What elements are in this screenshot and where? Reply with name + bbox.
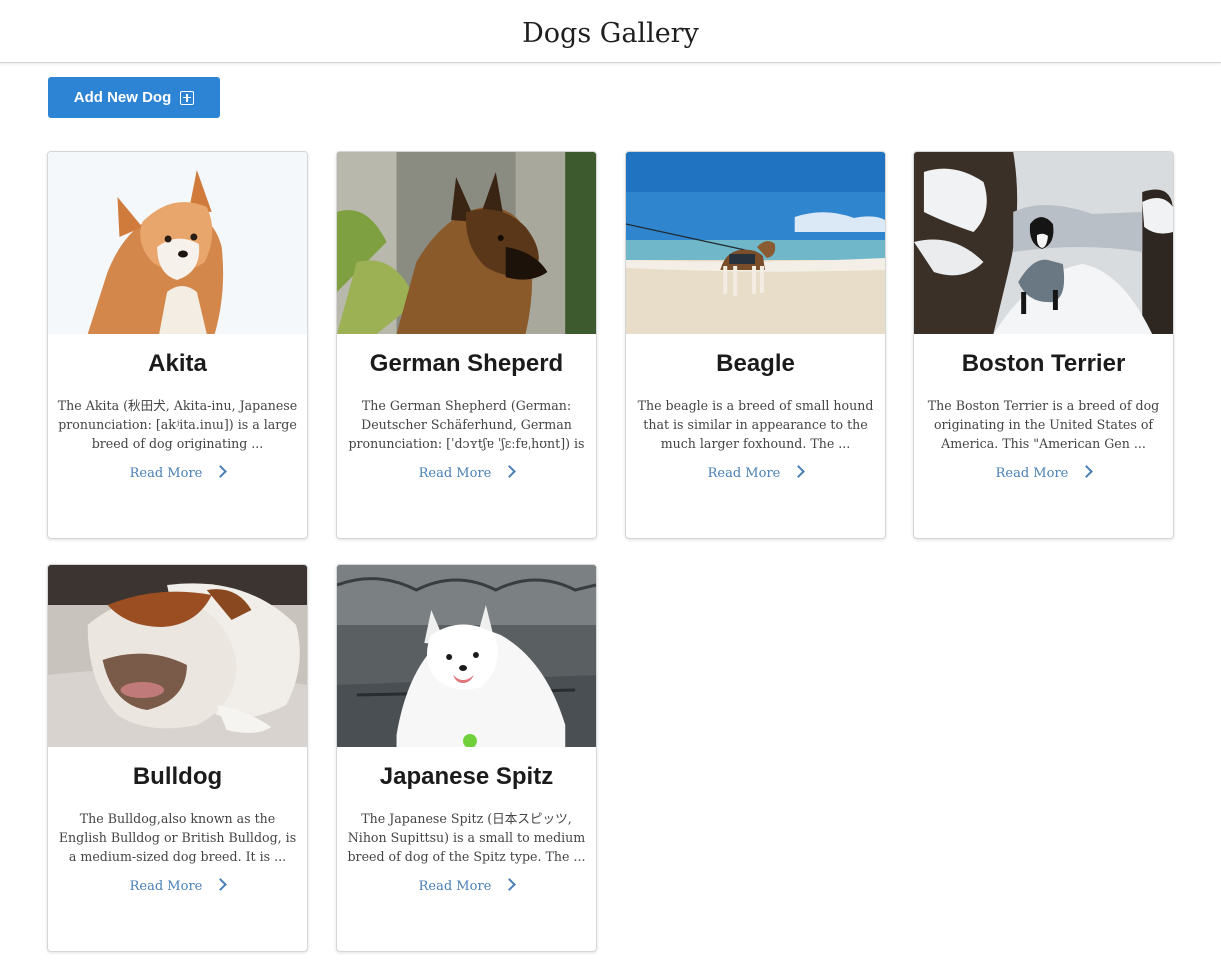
read-more-label: Read More <box>707 466 781 481</box>
chevron-right-icon <box>503 465 517 478</box>
dog-description: The Japanese Spitz (日本スピッツ, Nihon Supitt… <box>347 811 586 864</box>
dog-description: The German Shepherd (German: Deutscher S… <box>348 398 585 451</box>
dog-description: The beagle is a breed of small hound tha… <box>637 398 874 451</box>
read-more-label: Read More <box>995 466 1069 481</box>
dog-card-beagle: Beagle The beagle is a breed of small ho… <box>625 151 886 539</box>
read-more-label: Read More <box>418 879 492 894</box>
dog-name: Bulldog <box>132 763 223 790</box>
dog-description: The Boston Terrier is a breed of dog ori… <box>927 398 1160 451</box>
japanese-spitz-image[interactable] <box>337 565 596 747</box>
dog-name: Japanese Spitz <box>379 763 554 790</box>
read-more-link[interactable]: Read More <box>48 878 307 894</box>
akita-image[interactable] <box>48 152 307 334</box>
boston-terrier-image[interactable] <box>914 152 1173 334</box>
chevron-right-icon <box>1080 465 1094 478</box>
dog-card-boston-terrier: Boston Terrier The Boston Terrier is a b… <box>913 151 1174 539</box>
plus-square-icon <box>180 90 195 105</box>
read-more-link[interactable]: Read More <box>914 465 1173 481</box>
chevron-right-icon <box>214 465 228 478</box>
read-more-label: Read More <box>418 466 492 481</box>
read-more-link[interactable]: Read More <box>48 465 307 481</box>
chevron-right-icon <box>214 878 228 891</box>
page-header: Dogs Gallery <box>0 0 1221 63</box>
dog-card-japanese-spitz: Japanese Spitz The Japanese Spitz (日本スピッ… <box>336 564 597 952</box>
dog-card-akita: Akita The Akita (秋田犬, Akita-inu, Japanes… <box>47 151 308 539</box>
dog-card-german-sheperd: German Sheperd The German Shepherd (Germ… <box>336 151 597 539</box>
dog-description: The Akita (秋田犬, Akita-inu, Japanese pron… <box>57 398 298 451</box>
add-new-dog-button[interactable]: Add New Dog <box>48 77 220 118</box>
german-sheperd-image[interactable] <box>337 152 596 334</box>
add-new-dog-label: Add New Dog <box>73 89 172 106</box>
beagle-image[interactable] <box>626 152 885 334</box>
read-more-link[interactable]: Read More <box>337 878 596 894</box>
read-more-link[interactable]: Read More <box>626 465 885 481</box>
read-more-label: Read More <box>129 466 203 481</box>
dog-name: German Sheperd <box>369 350 564 377</box>
dog-name: Akita <box>148 350 207 377</box>
bulldog-image[interactable] <box>48 565 307 747</box>
dog-card-bulldog: Bulldog The Bulldog,also known as the En… <box>47 564 308 952</box>
dog-description: The Bulldog,also known as the English Bu… <box>58 811 297 864</box>
chevron-right-icon <box>792 465 806 478</box>
chevron-right-icon <box>503 878 517 891</box>
page-title: Dogs Gallery <box>522 17 699 49</box>
dog-name: Boston Terrier <box>961 350 1126 377</box>
read-more-label: Read More <box>129 879 203 894</box>
read-more-link[interactable]: Read More <box>337 465 596 481</box>
dog-name: Beagle <box>716 350 795 377</box>
